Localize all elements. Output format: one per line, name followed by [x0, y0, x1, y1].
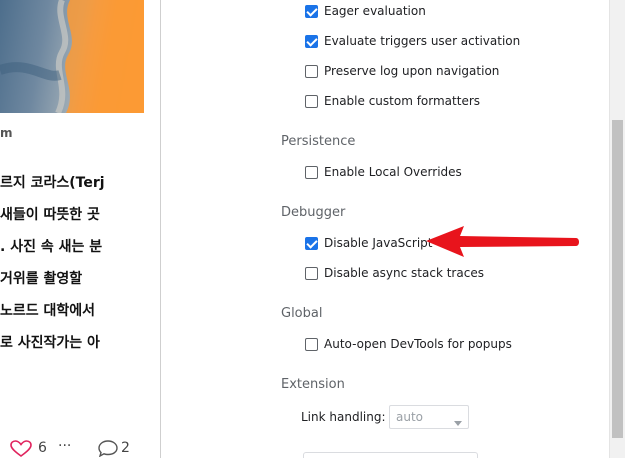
author-name[interactable]: m	[0, 126, 13, 140]
setting-evaluate-triggers-user-activation[interactable]: Evaluate triggers user activation	[305, 32, 520, 50]
checkbox-icon[interactable]	[305, 94, 318, 108]
partial-control[interactable]	[303, 452, 478, 458]
setting-enable-local-overrides[interactable]: Enable Local Overrides	[305, 163, 462, 181]
comment-count: 2	[121, 440, 130, 456]
scrollbar[interactable]	[609, 0, 625, 458]
checkbox-icon[interactable]	[305, 4, 318, 18]
checkbox-icon[interactable]	[305, 64, 318, 78]
checkbox-icon[interactable]	[305, 236, 318, 250]
heart-icon[interactable]	[10, 440, 32, 458]
comment-icon[interactable]	[98, 440, 118, 458]
setting-auto-open-devtools[interactable]: Auto-open DevTools for popups	[305, 335, 512, 353]
link-handling-select[interactable]: auto	[389, 405, 469, 429]
section-title-debugger: Debugger	[281, 205, 346, 220]
setting-label: Auto-open DevTools for popups	[324, 337, 512, 351]
checkbox-icon[interactable]	[305, 165, 318, 179]
more-icon[interactable]: ···	[58, 438, 71, 454]
setting-eager-evaluation[interactable]: Eager evaluation	[305, 2, 426, 20]
setting-disable-async-stack-traces[interactable]: Disable async stack traces	[305, 264, 484, 282]
article-line: 거위를 촬영할	[0, 271, 83, 287]
section-title-global: Global	[281, 306, 323, 321]
section-title-extension: Extension	[281, 377, 345, 392]
article-line: 르지 코라스(Terj	[0, 175, 105, 191]
setting-label: Evaluate triggers user activation	[324, 34, 521, 48]
link-handling-value: auto	[396, 410, 424, 424]
setting-label: Enable Local Overrides	[324, 165, 462, 179]
checkbox-icon[interactable]	[305, 337, 318, 351]
article-body: 르지 코라스(Terj 새들이 따뜻한 곳 . 사진 속 새는 분 거위를 촬영…	[0, 174, 144, 366]
checkbox-icon[interactable]	[305, 266, 318, 280]
engagement-bar: 6 ··· 2	[0, 438, 144, 458]
checkbox-icon[interactable]	[305, 34, 318, 48]
scrollbar-thumb[interactable]	[612, 120, 623, 438]
arrow-left-icon	[420, 222, 582, 264]
article-line: 새들이 따뜻한 곳	[0, 207, 100, 223]
setting-label: Disable JavaScript	[324, 236, 433, 250]
setting-label: Enable custom formatters	[324, 94, 481, 108]
article-image	[0, 0, 144, 113]
article-line: . 사진 속 새는 분	[0, 239, 103, 255]
setting-label: Preserve log upon navigation	[324, 64, 500, 78]
chevron-down-icon	[454, 415, 462, 429]
article-line: 로 사진작가는 아	[0, 335, 100, 351]
setting-label: Eager evaluation	[324, 4, 426, 18]
section-title-persistence: Persistence	[281, 134, 356, 149]
like-count: 6	[38, 440, 47, 456]
setting-label: Disable async stack traces	[324, 266, 484, 280]
link-handling-label: Link handling:	[301, 410, 386, 424]
article-line: 노르드 대학에서	[0, 303, 96, 319]
article-image-texture	[0, 0, 144, 113]
web-page-fragment: m 르지 코라스(Terj 새들이 따뜻한 곳 . 사진 속 새는 분 거위를 …	[0, 0, 144, 458]
setting-disable-javascript[interactable]: Disable JavaScript	[305, 234, 432, 252]
setting-enable-custom-formatters[interactable]: Enable custom formatters	[305, 92, 480, 110]
setting-preserve-log[interactable]: Preserve log upon navigation	[305, 62, 499, 80]
